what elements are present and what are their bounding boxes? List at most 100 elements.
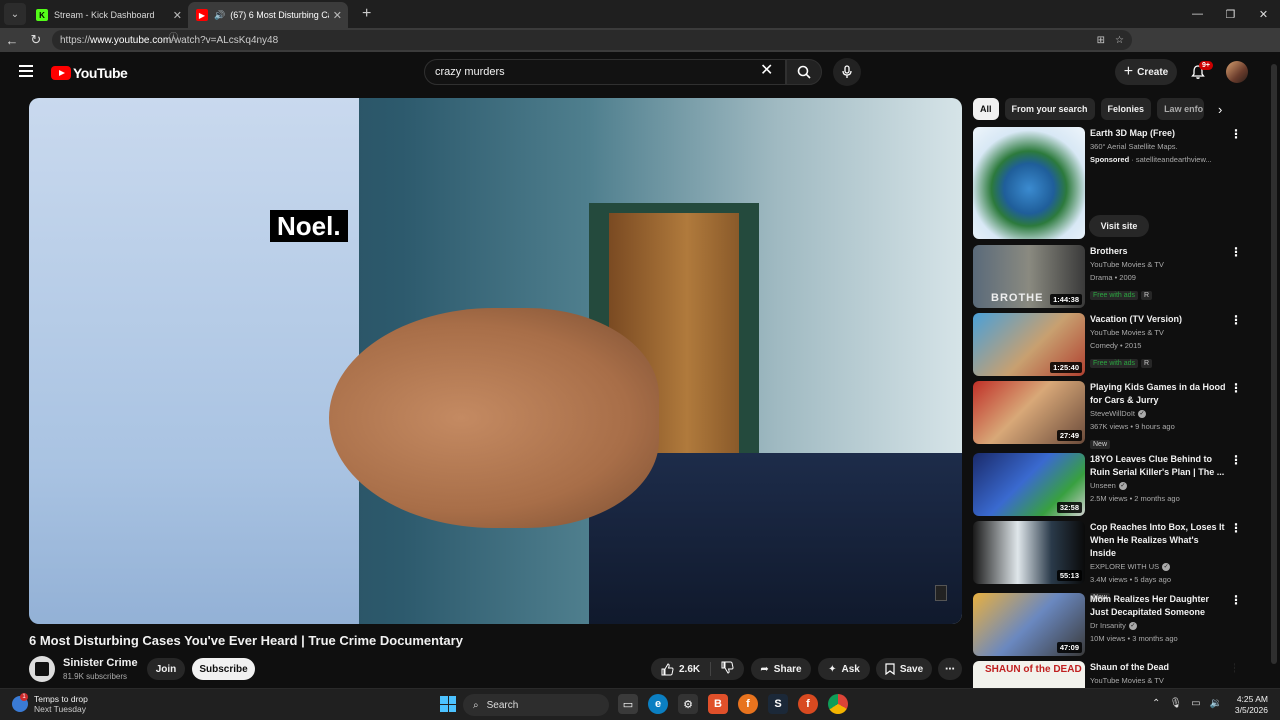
dislike-button[interactable] xyxy=(711,661,744,677)
firefox-alt-icon[interactable]: f xyxy=(798,694,818,714)
new-tab-button[interactable]: + xyxy=(362,5,371,23)
video-card-channel[interactable]: YouTube Movies & TV xyxy=(1090,258,1226,271)
user-avatar[interactable] xyxy=(1226,61,1248,83)
task-view-icon[interactable]: ▭ xyxy=(618,694,638,714)
more-vertical-icon[interactable]: ⋮ xyxy=(1230,128,1242,140)
more-vertical-icon[interactable]: ⋮ xyxy=(1230,662,1235,674)
more-vertical-icon[interactable]: ⋮ xyxy=(1230,594,1242,606)
steam-icon[interactable]: S xyxy=(768,694,788,714)
channel-name[interactable]: Sinister Crime xyxy=(63,657,138,669)
video-thumbnail[interactable]: 32:58 xyxy=(973,453,1085,516)
channel-watermark-icon[interactable] xyxy=(935,585,947,601)
chip-law-enforcement[interactable]: Law enfo xyxy=(1157,98,1205,120)
microphone-tray-icon[interactable]: 🎙 xyxy=(1169,698,1182,709)
back-icon[interactable]: ← xyxy=(0,33,24,48)
brave-browser-icon[interactable]: B xyxy=(708,694,728,714)
chip-from-your-search[interactable]: From your search xyxy=(1004,98,1095,120)
video-card-channel[interactable]: Unseen xyxy=(1090,481,1116,490)
app-available-icon[interactable]: ⊞ xyxy=(1097,35,1105,46)
page-scrollbar[interactable] xyxy=(1268,52,1280,688)
related-video-card[interactable]: 55:13 Cop Reaches Into Box, Loses It Whe… xyxy=(973,521,1242,602)
save-button[interactable]: Save xyxy=(876,658,932,680)
related-video-card[interactable]: 32:58 18YO Leaves Clue Behind to Ruin Se… xyxy=(973,453,1242,516)
share-button[interactable]: ➦ Share xyxy=(751,658,811,680)
chevron-right-icon[interactable]: › xyxy=(1218,102,1222,117)
channel-avatar[interactable] xyxy=(29,656,55,682)
more-actions-button[interactable]: ⋯ xyxy=(938,658,962,680)
video-card-channel[interactable]: SteveWillDoIt xyxy=(1090,409,1135,418)
close-tab-icon[interactable]: ✕ xyxy=(173,9,182,22)
weather-widget[interactable]: Temps to drop Next Tuesday xyxy=(12,693,88,714)
sponsored-ad-card[interactable]: Earth 3D Map (Free) 360° Aerial Satellit… xyxy=(973,127,1242,239)
more-vertical-icon[interactable]: ⋮ xyxy=(1230,522,1242,534)
more-vertical-icon[interactable]: ⋮ xyxy=(1230,382,1242,394)
related-video-card[interactable]: 1:25:40 Vacation (TV Version) YouTube Mo… xyxy=(973,313,1242,376)
video-caption-overlay: Noel. xyxy=(270,210,348,242)
video-thumbnail[interactable]: 55:13 xyxy=(973,521,1085,584)
youtube-logo[interactable]: YouTube xyxy=(51,65,128,81)
address-bar[interactable]: ⓘ https://www.youtube.com/watch?v=ALcsKq… xyxy=(52,30,1132,50)
video-card-channel[interactable]: Dr Insanity xyxy=(1090,621,1126,630)
close-window-icon[interactable]: ✕ xyxy=(1247,0,1280,28)
related-video-card[interactable]: BROTHE 1:44:38 Brothers YouTube Movies &… xyxy=(973,245,1242,308)
chip-all[interactable]: All xyxy=(973,98,999,120)
show-hidden-icons-icon[interactable]: ⌃ xyxy=(1152,698,1160,709)
site-info-icon[interactable]: ⓘ xyxy=(169,30,305,43)
video-thumbnail[interactable]: SHAUN of the DEAD xyxy=(973,661,1085,688)
related-video-card[interactable]: 27:49 Playing Kids Games in da Hood for … xyxy=(973,381,1242,449)
tab-youtube-video[interactable]: ▶ 🔊 (67) 6 Most Disturbing Cases Yo ✕ xyxy=(188,2,348,28)
video-card-title[interactable]: Shaun of the Dead xyxy=(1090,661,1226,674)
guide-menu-icon[interactable] xyxy=(19,65,33,77)
system-clock[interactable]: 4:25 AM 3/5/2026 xyxy=(1224,694,1268,716)
ask-button[interactable]: ✦ Ask xyxy=(818,658,870,680)
related-video-card[interactable]: SHAUN of the DEAD Shaun of the Dead YouT… xyxy=(973,661,1235,688)
video-player[interactable]: Noel. xyxy=(29,98,962,624)
video-card-channel[interactable]: EXPLORE WITH US xyxy=(1090,562,1159,571)
bookmark-star-icon[interactable]: ☆ xyxy=(1115,35,1124,46)
more-vertical-icon[interactable]: ⋮ xyxy=(1230,454,1242,466)
video-card-channel[interactable]: YouTube Movies & TV xyxy=(1090,326,1226,339)
video-thumbnail[interactable]: 27:49 xyxy=(973,381,1085,444)
video-card-channel[interactable]: YouTube Movies & TV xyxy=(1090,674,1226,687)
visit-site-button[interactable]: Visit site xyxy=(1089,215,1149,237)
ai-app-icon[interactable]: ⚙ xyxy=(678,694,698,714)
firefox-icon[interactable]: f xyxy=(738,694,758,714)
tab-actions-menu-button[interactable]: ⌄ xyxy=(4,3,26,25)
video-card-title[interactable]: Cop Reaches Into Box, Loses It When He R… xyxy=(1090,521,1226,560)
windows-start-icon[interactable] xyxy=(440,696,456,712)
video-thumbnail[interactable]: 1:25:40 xyxy=(973,313,1085,376)
network-icon[interactable]: ▭ xyxy=(1191,698,1200,709)
subscribe-button[interactable]: Subscribe xyxy=(192,658,255,680)
chrome-icon[interactable] xyxy=(828,694,848,714)
ad-title[interactable]: Earth 3D Map (Free) xyxy=(1090,127,1226,140)
video-card-title[interactable]: Vacation (TV Version) xyxy=(1090,313,1226,326)
minimize-icon[interactable]: — xyxy=(1181,0,1214,28)
video-card-title[interactable]: Playing Kids Games in da Hood for Cars &… xyxy=(1090,381,1226,407)
video-card-title[interactable]: 18YO Leaves Clue Behind to Ruin Serial K… xyxy=(1090,453,1226,479)
join-button[interactable]: Join xyxy=(147,658,185,680)
search-button[interactable] xyxy=(786,59,822,85)
video-card-title[interactable]: Brothers xyxy=(1090,245,1226,258)
create-button[interactable]: + Create xyxy=(1115,59,1177,85)
more-vertical-icon[interactable]: ⋮ xyxy=(1230,314,1242,326)
scrollbar-thumb[interactable] xyxy=(1271,64,1277,664)
like-button[interactable]: 2.6K xyxy=(651,662,712,676)
ad-thumbnail[interactable] xyxy=(973,127,1085,239)
video-thumbnail[interactable]: 47:09 xyxy=(973,593,1085,656)
tab-kick-dashboard[interactable]: K Stream - Kick Dashboard ✕ xyxy=(28,2,188,28)
volume-icon[interactable]: 🔉 xyxy=(1210,698,1222,709)
chip-felonies[interactable]: Felonies xyxy=(1100,98,1152,120)
taskbar-search[interactable]: ⌕ Search xyxy=(463,694,609,716)
audio-playing-icon[interactable]: 🔊 xyxy=(214,10,225,21)
video-thumbnail[interactable]: BROTHE 1:44:38 xyxy=(973,245,1085,308)
edge-browser-icon[interactable]: e xyxy=(648,694,668,714)
restore-icon[interactable]: ❐ xyxy=(1214,0,1247,28)
clear-search-icon[interactable]: ✕ xyxy=(760,62,773,80)
search-input[interactable]: crazy murders xyxy=(424,59,786,85)
video-card-title[interactable]: Mom Realizes Her Daughter Just Decapitat… xyxy=(1090,593,1226,619)
more-vertical-icon[interactable]: ⋮ xyxy=(1230,246,1242,258)
related-video-card[interactable]: 47:09 Mom Realizes Her Daughter Just Dec… xyxy=(973,593,1242,656)
close-tab-icon[interactable]: ✕ xyxy=(333,9,342,22)
reload-icon[interactable]: ↻ xyxy=(24,32,48,48)
voice-search-button[interactable] xyxy=(833,58,861,86)
